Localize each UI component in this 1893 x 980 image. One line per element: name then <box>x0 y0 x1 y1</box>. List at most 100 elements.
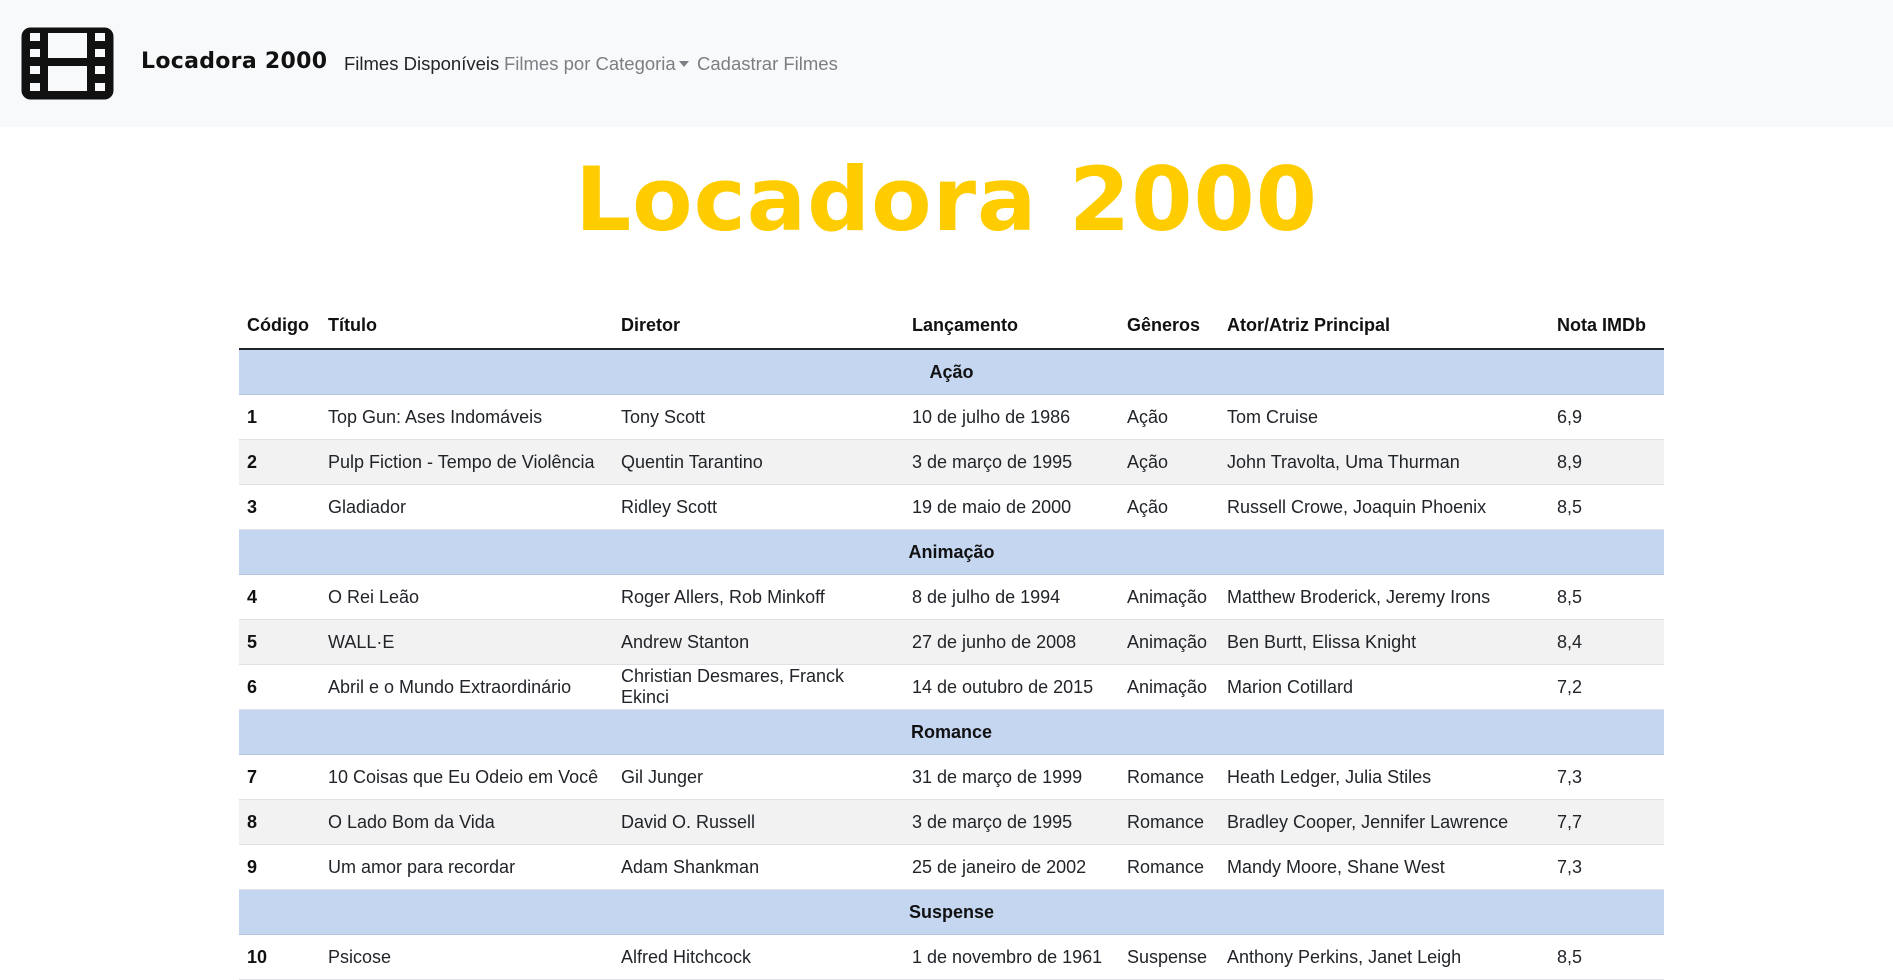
header-lancamento: Lançamento <box>904 303 1119 350</box>
cell-lancamento: 3 de março de 1995 <box>904 799 1119 845</box>
header-titulo: Título <box>320 303 613 350</box>
cell-lancamento: 19 de maio de 2000 <box>904 484 1119 530</box>
cell-genero: Animação <box>1119 619 1219 665</box>
nav-filmes-por-categoria[interactable]: Filmes por Categoria <box>504 53 689 75</box>
cell-titulo: WALL·E <box>320 619 613 665</box>
nav-filmes-por-categoria-label: Filmes por Categoria <box>504 53 676 74</box>
cell-codigo: 4 <box>239 574 320 620</box>
header-generos: Gêneros <box>1119 303 1219 350</box>
cell-nota: 6,9 <box>1549 394 1664 440</box>
table-row: 3 Gladiador Ridley Scott 19 de maio de 2… <box>239 484 1664 530</box>
table-row: 5 WALL·E Andrew Stanton 27 de junho de 2… <box>239 619 1664 665</box>
cell-ator: Bradley Cooper, Jennifer Lawrence <box>1219 799 1549 845</box>
cell-diretor: Alfred Hitchcock <box>613 934 904 980</box>
cell-titulo: Pulp Fiction - Tempo de Violência <box>320 439 613 485</box>
navbar: Locadora 2000 Filmes Disponíveis Filmes … <box>0 0 1893 127</box>
category-label: Animação <box>239 529 1664 575</box>
cell-diretor: Roger Allers, Rob Minkoff <box>613 574 904 620</box>
cell-genero: Romance <box>1119 844 1219 890</box>
cell-genero: Animação <box>1119 574 1219 620</box>
cell-codigo: 1 <box>239 394 320 440</box>
category-row-animacao: Animação <box>239 529 1664 575</box>
category-label: Suspense <box>239 889 1664 935</box>
cell-codigo: 10 <box>239 934 320 980</box>
cell-ator: Russell Crowe, Joaquin Phoenix <box>1219 484 1549 530</box>
cell-codigo: 6 <box>239 664 320 710</box>
cell-genero: Animação <box>1119 664 1219 710</box>
cell-genero: Romance <box>1119 754 1219 800</box>
cell-lancamento: 25 de janeiro de 2002 <box>904 844 1119 890</box>
cell-genero: Ação <box>1119 484 1219 530</box>
cell-codigo: 5 <box>239 619 320 665</box>
cell-diretor: Adam Shankman <box>613 844 904 890</box>
cell-diretor: Quentin Tarantino <box>613 439 904 485</box>
table-header-row: Código Título Diretor Lançamento Gêneros… <box>239 303 1664 350</box>
cell-nota: 7,3 <box>1549 844 1664 890</box>
category-row-romance: Romance <box>239 709 1664 755</box>
cell-nota: 8,4 <box>1549 619 1664 665</box>
cell-ator: Ben Burtt, Elissa Knight <box>1219 619 1549 665</box>
cell-nota: 8,5 <box>1549 934 1664 980</box>
cell-ator: Tom Cruise <box>1219 394 1549 440</box>
cell-lancamento: 14 de outubro de 2015 <box>904 664 1119 710</box>
cell-codigo: 2 <box>239 439 320 485</box>
cell-titulo: Um amor para recordar <box>320 844 613 890</box>
cell-nota: 7,7 <box>1549 799 1664 845</box>
table-row: 4 O Rei Leão Roger Allers, Rob Minkoff 8… <box>239 574 1664 620</box>
nav-cadastrar-filmes[interactable]: Cadastrar Filmes <box>697 53 838 75</box>
cell-nota: 8,5 <box>1549 574 1664 620</box>
table-row: 6 Abril e o Mundo Extraordinário Christi… <box>239 664 1664 710</box>
category-label: Ação <box>239 349 1664 395</box>
cell-genero: Ação <box>1119 394 1219 440</box>
cell-lancamento: 31 de março de 1999 <box>904 754 1119 800</box>
cell-titulo: Abril e o Mundo Extraordinário <box>320 664 613 710</box>
cell-titulo: 10 Coisas que Eu Odeio em Você <box>320 754 613 800</box>
cell-lancamento: 1 de novembro de 1961 <box>904 934 1119 980</box>
cell-codigo: 7 <box>239 754 320 800</box>
cell-lancamento: 10 de julho de 1986 <box>904 394 1119 440</box>
cell-titulo: O Rei Leão <box>320 574 613 620</box>
cell-titulo: Psicose <box>320 934 613 980</box>
cell-genero: Romance <box>1119 799 1219 845</box>
cell-codigo: 3 <box>239 484 320 530</box>
nav-filmes-disponiveis[interactable]: Filmes Disponíveis <box>344 53 499 75</box>
cell-codigo: 8 <box>239 799 320 845</box>
cell-titulo: Top Gun: Ases Indomáveis <box>320 394 613 440</box>
cell-ator: Mandy Moore, Shane West <box>1219 844 1549 890</box>
cell-codigo: 9 <box>239 844 320 890</box>
cell-titulo: Gladiador <box>320 484 613 530</box>
cell-genero: Suspense <box>1119 934 1219 980</box>
table-row: 7 10 Coisas que Eu Odeio em Você Gil Jun… <box>239 754 1664 800</box>
header-diretor: Diretor <box>613 303 904 350</box>
cell-diretor: David O. Russell <box>613 799 904 845</box>
header-nota-imdb: Nota IMDb <box>1549 303 1664 350</box>
table-row: 2 Pulp Fiction - Tempo de Violência Quen… <box>239 439 1664 485</box>
header-ator-atriz: Ator/Atriz Principal <box>1219 303 1549 350</box>
cell-diretor: Andrew Stanton <box>613 619 904 665</box>
cell-diretor: Gil Junger <box>613 754 904 800</box>
cell-ator: John Travolta, Uma Thurman <box>1219 439 1549 485</box>
table-row: 9 Um amor para recordar Adam Shankman 25… <box>239 844 1664 890</box>
cell-nota: 8,9 <box>1549 439 1664 485</box>
cell-diretor: Tony Scott <box>613 394 904 440</box>
brand-name[interactable]: Locadora 2000 <box>141 49 327 74</box>
cell-genero: Ação <box>1119 439 1219 485</box>
movies-table: Código Título Diretor Lançamento Gêneros… <box>239 303 1664 980</box>
table-row: 10 Psicose Alfred Hitchcock 1 de novembr… <box>239 934 1664 980</box>
cell-lancamento: 3 de março de 1995 <box>904 439 1119 485</box>
cell-lancamento: 8 de julho de 1994 <box>904 574 1119 620</box>
category-label: Romance <box>239 709 1664 755</box>
cell-ator: Heath Ledger, Julia Stiles <box>1219 754 1549 800</box>
table-row: 8 O Lado Bom da Vida David O. Russell 3 … <box>239 799 1664 845</box>
caret-down-icon <box>678 61 689 67</box>
category-row-suspense: Suspense <box>239 889 1664 935</box>
film-strip-icon[interactable] <box>19 25 116 102</box>
cell-nota: 7,3 <box>1549 754 1664 800</box>
cell-diretor: Christian Desmares, Franck Ekinci <box>613 664 904 710</box>
cell-titulo: O Lado Bom da Vida <box>320 799 613 845</box>
category-row-acao: Ação <box>239 349 1664 395</box>
cell-lancamento: 27 de junho de 2008 <box>904 619 1119 665</box>
cell-nota: 7,2 <box>1549 664 1664 710</box>
page-title: Locadora 2000 <box>575 148 1318 251</box>
cell-nota: 8,5 <box>1549 484 1664 530</box>
